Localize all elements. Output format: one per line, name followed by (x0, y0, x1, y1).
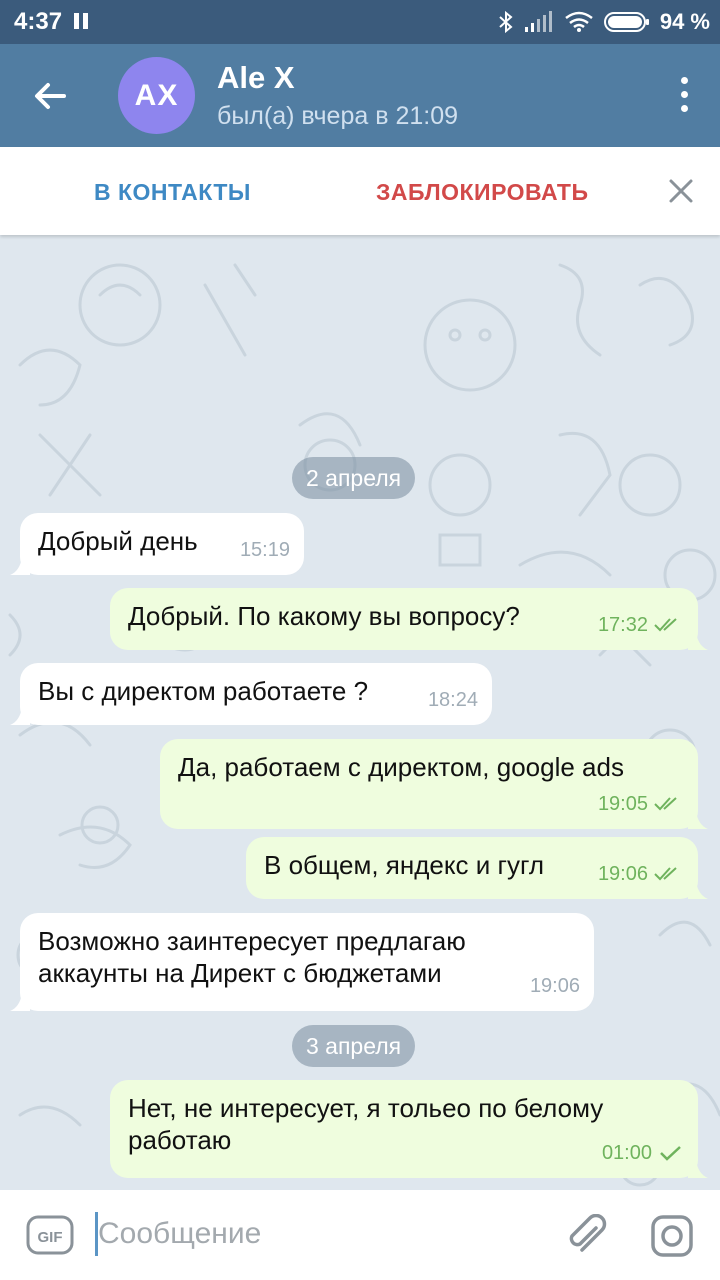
message-input[interactable] (98, 1210, 538, 1258)
date-separator: 3 апреля (292, 1025, 416, 1067)
double-check-icon (654, 797, 677, 811)
message-list[interactable]: 2 апреля Добрый день 15:19 Добрый. По ка… (0, 235, 720, 1190)
message-meta: 17:32 (598, 609, 684, 641)
message-meta: 18:24 (428, 684, 478, 716)
check-icon (660, 1146, 681, 1161)
message-time: 19:06 (597, 863, 648, 885)
battery-icon (603, 12, 649, 32)
back-arrow-icon[interactable] (28, 74, 72, 118)
chat-title[interactable]: Ale X (217, 60, 295, 96)
message-outgoing[interactable]: Да, работаем с директом, google ads 19:0… (160, 739, 708, 829)
message-incoming[interactable]: Вы с директом работаете ? 18:24 (10, 663, 492, 725)
message-text: Добрый день (38, 526, 198, 556)
message-text: Вы с директом работаете ? (38, 676, 369, 706)
message-outgoing[interactable]: В общем, яндекс и гугл 19:06 (246, 837, 708, 899)
more-vert-icon[interactable] (678, 77, 690, 113)
message-time: 19:06 (529, 975, 580, 997)
message-time: 19:05 (597, 793, 648, 815)
message-text: Да, работаем с директом, google ads (178, 752, 624, 782)
bubble-tail (688, 881, 708, 899)
bubble-tail (688, 1160, 708, 1178)
paperclip-icon[interactable] (566, 1214, 608, 1256)
message-meta: 19:06 (530, 970, 580, 1002)
message-meta: 19:06 (598, 858, 684, 890)
message-time: 15:19 (239, 539, 290, 561)
avatar[interactable]: AX (118, 57, 195, 134)
message-incoming[interactable]: Добрый день 15:19 (10, 513, 304, 575)
message-text: В общем, яндекс и гугл (264, 850, 545, 880)
bubble-tail (10, 993, 30, 1011)
camera-icon[interactable] (650, 1214, 694, 1258)
message-composer: GIF (0, 1190, 720, 1280)
message-text: Возможно заинтересует предлагаю аккаунты… (38, 926, 466, 988)
gif-label: GIF (38, 1229, 63, 1246)
bluetooth-icon (499, 10, 513, 34)
message-incoming[interactable]: Возможно заинтересует предлагаю аккаунты… (10, 913, 594, 1011)
message-outgoing[interactable]: Нет, не интересует, я тольео по белому р… (110, 1080, 708, 1178)
message-meta: 19:05 (598, 788, 684, 820)
message-time: 01:00 (601, 1142, 652, 1164)
chat-header: AX Ale X был(а) вчера в 21:09 (0, 44, 720, 147)
wifi-icon (565, 11, 593, 32)
bubble-tail (10, 707, 30, 725)
double-check-icon (654, 867, 677, 881)
message-time: 18:24 (427, 689, 478, 711)
add-contact-button[interactable]: В КОНТАКТЫ (94, 179, 251, 206)
status-time: 4:37 (14, 8, 63, 35)
bubble-tail (688, 632, 708, 650)
message-outgoing[interactable]: Добрый. По какому вы вопросу? 17:32 (110, 588, 708, 650)
gif-icon[interactable]: GIF (26, 1215, 74, 1255)
block-user-button[interactable]: ЗАБЛОКИРОВАТЬ (376, 179, 589, 206)
date-separator: 2 апреля (292, 457, 416, 499)
bubble-tail (688, 811, 708, 829)
message-meta: 15:19 (240, 534, 290, 566)
status-bar: 4:37 94 % (0, 0, 720, 44)
message-text: Добрый. По какому вы вопросу? (128, 601, 520, 631)
close-icon[interactable] (668, 178, 694, 204)
bubble-tail (10, 557, 30, 575)
battery-percent: 94 % (659, 9, 710, 34)
pause-icon (74, 13, 88, 29)
last-seen-status: был(а) вчера в 21:09 (217, 102, 459, 130)
message-time: 17:32 (597, 614, 648, 636)
double-check-icon (654, 618, 677, 632)
contact-action-bar: В КОНТАКТЫ ЗАБЛОКИРОВАТЬ (0, 147, 720, 235)
message-meta: 01:00 (602, 1137, 684, 1169)
signal-icon (524, 11, 552, 32)
